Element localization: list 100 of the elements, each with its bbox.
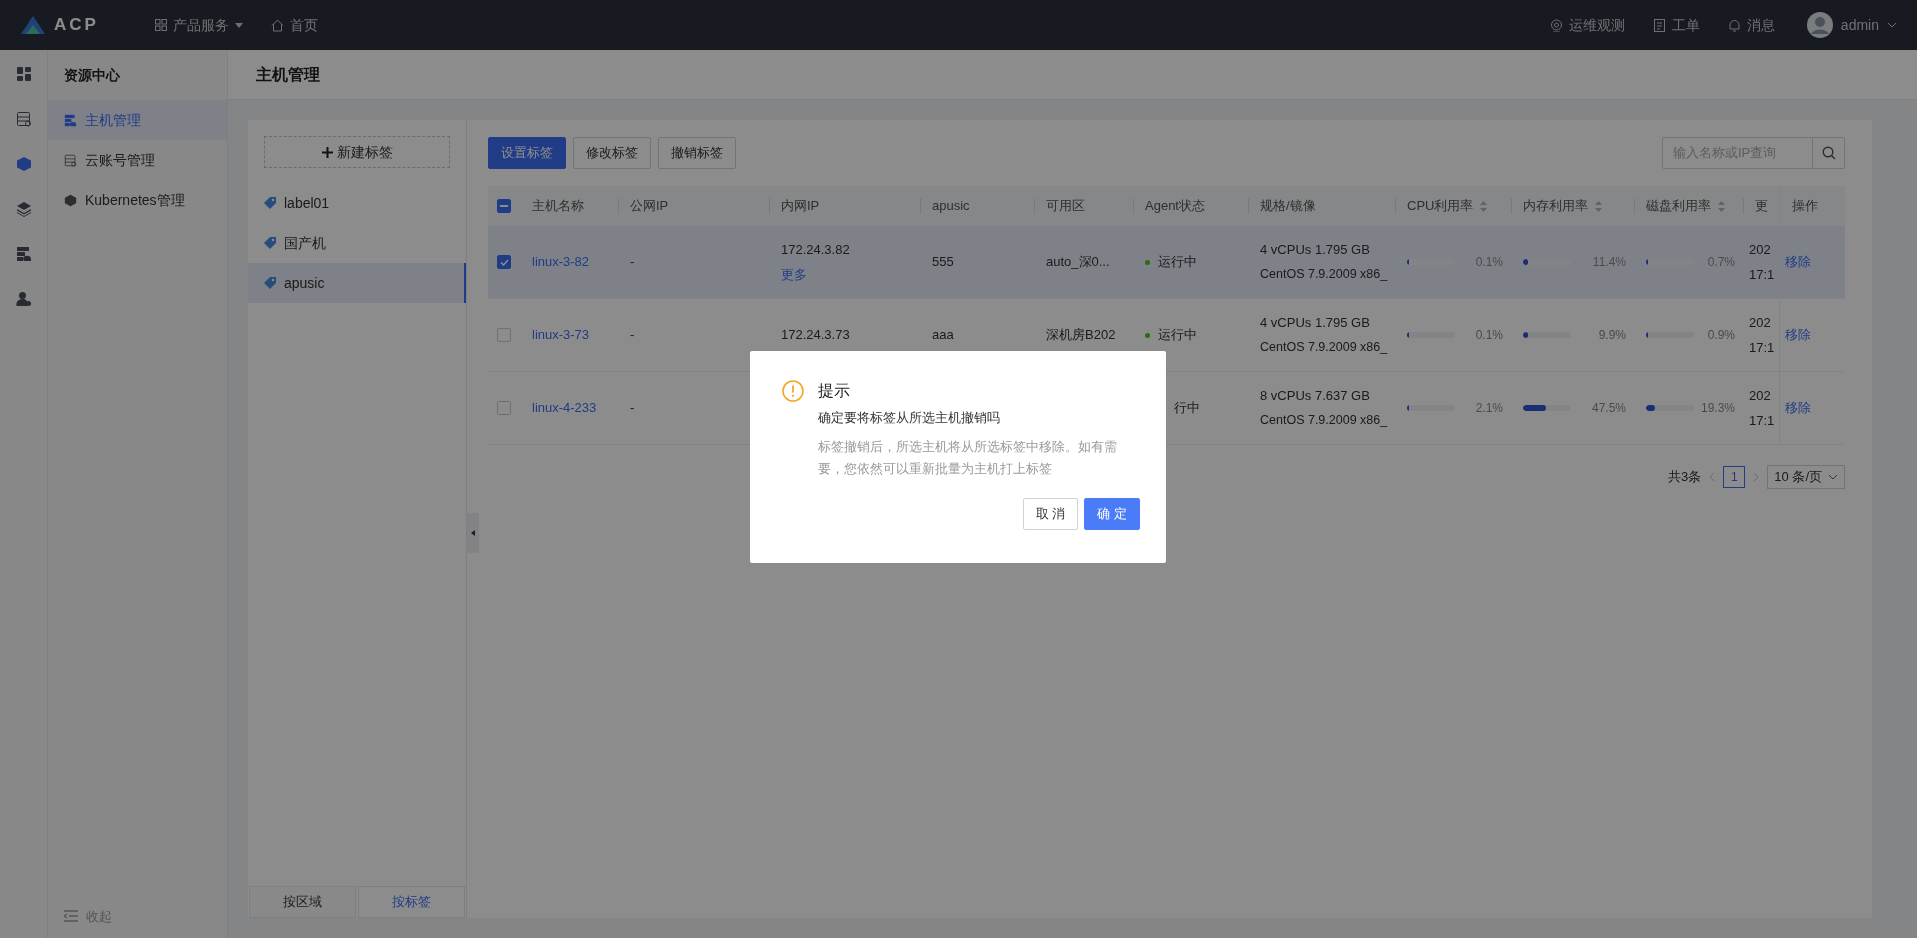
column-header: 规格/镜像	[1260, 197, 1316, 216]
nav-link[interactable]: 产品服务	[155, 14, 243, 36]
column-header: 操作	[1792, 197, 1818, 216]
usage-reading: 0.9%	[1707, 327, 1735, 344]
sort-icon[interactable]	[1718, 200, 1725, 212]
checkbox[interactable]	[497, 401, 511, 415]
layers-icon	[15, 201, 32, 217]
top-bar-link[interactable]: 消息	[1727, 14, 1775, 36]
table-cell-text: 17:1	[1749, 412, 1776, 430]
menu-item[interactable]: 云账号管理	[48, 140, 227, 180]
column-header: 公网IP	[630, 197, 669, 216]
menu-item[interactable]: Kubernetes管理	[48, 180, 227, 220]
table-cell-text: 4 vCPUs 1.795 GB	[1260, 240, 1371, 259]
table-cell-text: 202	[1749, 313, 1772, 332]
table-cell-text: 17:1	[1749, 339, 1776, 357]
server-icon	[15, 111, 32, 127]
column-header: 内存利用率	[1523, 197, 1588, 216]
table-cell-text: CentOS 7.9.2009 x86_	[1260, 266, 1389, 284]
search-button[interactable]	[1813, 137, 1845, 169]
server-cloud-icon	[64, 113, 77, 127]
sort-icon[interactable]	[1480, 200, 1488, 212]
chevron-down-icon	[1828, 474, 1838, 480]
chevron-down-icon	[1887, 22, 1897, 28]
clipboard-icon	[1652, 18, 1666, 32]
usage-reading: 2.1%	[1475, 400, 1503, 417]
remove-link[interactable]: 移除	[1785, 398, 1811, 418]
total-count: 共3条	[1668, 468, 1702, 487]
remove-link[interactable]: 移除	[1785, 252, 1811, 272]
checkbox[interactable]	[497, 255, 511, 269]
status-text: 运行中	[1158, 253, 1197, 272]
toolbar-button[interactable]: 设置标签	[488, 137, 566, 169]
warning-icon	[782, 380, 804, 402]
page-title: 主机管理	[256, 64, 320, 85]
chevron-left-icon[interactable]	[1709, 472, 1716, 482]
status-text: 运行中	[1158, 326, 1197, 345]
filter-tab[interactable]: 按标签	[358, 886, 465, 918]
table-cell-text: 17:1	[1749, 266, 1776, 284]
cube-icon	[15, 156, 32, 172]
home-icon	[271, 18, 284, 32]
table-cell-text: 202	[1749, 386, 1772, 405]
nav-link[interactable]: 首页	[271, 14, 318, 36]
logo-icon	[20, 15, 46, 35]
table-cell-text: 172.24.3.73	[781, 326, 851, 345]
dialog-button[interactable]: 取 消	[1022, 497, 1079, 530]
user-menu[interactable]: admin	[1806, 12, 1897, 38]
host-link[interactable]: linux-4-233	[532, 400, 597, 416]
page-button[interactable]: 1	[1723, 466, 1746, 488]
column-header: Agent状态	[1145, 197, 1205, 216]
logo-text: ACP	[54, 14, 99, 37]
server-icon	[64, 153, 77, 167]
tag-item[interactable]: label01	[248, 183, 466, 223]
top-bar-link[interactable]: 运维观测	[1549, 14, 1625, 36]
remove-link[interactable]: 移除	[1785, 325, 1811, 345]
menu-item[interactable]: 主机管理	[48, 100, 227, 140]
filter-tab[interactable]: 按区域	[249, 886, 356, 918]
tag-item[interactable]: apusic	[248, 263, 466, 303]
table-cell: -	[630, 400, 635, 416]
usage-reading: 47.5%	[1591, 400, 1626, 417]
menu-title: 资源中心	[64, 65, 120, 85]
usage-reading: 0.1%	[1475, 327, 1503, 344]
table-row[interactable]: linux-3-82 - 172.24.3.82 更多 555 auto_深0... 运行中 4 vCPUs 1.795 GB CentOS 7.9.2009 x86_ 0.1% 11.4% 0.7% 202 17:1 移除	[488, 226, 1845, 299]
table-cell: -	[630, 254, 635, 270]
checkbox[interactable]	[497, 328, 511, 342]
column-header: 磁盘利用率	[1646, 197, 1711, 216]
tag-icon	[264, 197, 276, 209]
toolbar-button[interactable]: 撤销标签	[658, 137, 736, 169]
host-link[interactable]: linux-3-82	[532, 254, 590, 270]
caret-icon	[235, 22, 243, 28]
table-row[interactable]: linux-3-73 - 172.24.3.73 aaa 深机房B202 运行中 4 vCPUs 1.795 GB CentOS 7.9.2009 x86_ 0.1% 9.9% 0.9% 202 17:1 移除	[488, 299, 1845, 372]
column-header: apusic	[932, 197, 970, 216]
table-cell-text: 4 vCPUs 1.795 GB	[1260, 313, 1371, 332]
more-link[interactable]: 更多	[781, 265, 920, 285]
page-size-select[interactable]: 10 条/页	[1767, 465, 1845, 489]
search-icon	[1821, 146, 1836, 160]
avatar-icon	[1806, 12, 1833, 38]
column-header: 更	[1755, 197, 1768, 216]
table-cell: 555	[932, 254, 954, 270]
sort-icon[interactable]	[1595, 200, 1602, 212]
toolbar-button[interactable]: 修改标签	[573, 137, 651, 169]
top-bar-link[interactable]: 工单	[1652, 14, 1700, 36]
tag-item[interactable]: 国产机	[248, 223, 466, 263]
column-header: 主机名称	[532, 197, 584, 216]
column-header: 可用区	[1046, 197, 1085, 216]
checkbox[interactable]	[497, 199, 511, 213]
minus-icon	[500, 205, 508, 207]
grid-icon	[15, 66, 32, 82]
table-cell: aaa	[932, 327, 954, 343]
dialog-button[interactable]: 确 定	[1084, 497, 1140, 530]
host-link[interactable]: linux-3-73	[532, 327, 590, 343]
table-cell-text: 172.24.3.82	[781, 240, 851, 259]
collapse-handle[interactable]	[467, 513, 479, 553]
usage-reading: 0.7%	[1707, 254, 1735, 271]
usage-reading: 11.4%	[1592, 254, 1626, 271]
new-tag-button[interactable]: 新建标签	[264, 136, 450, 168]
usage-reading: 9.9%	[1598, 327, 1626, 344]
cube-icon	[64, 193, 77, 207]
plus-icon	[321, 146, 333, 158]
chevron-right-icon[interactable]	[1753, 472, 1760, 482]
table-cell-text: 202	[1749, 240, 1772, 259]
tag-icon	[264, 237, 276, 249]
